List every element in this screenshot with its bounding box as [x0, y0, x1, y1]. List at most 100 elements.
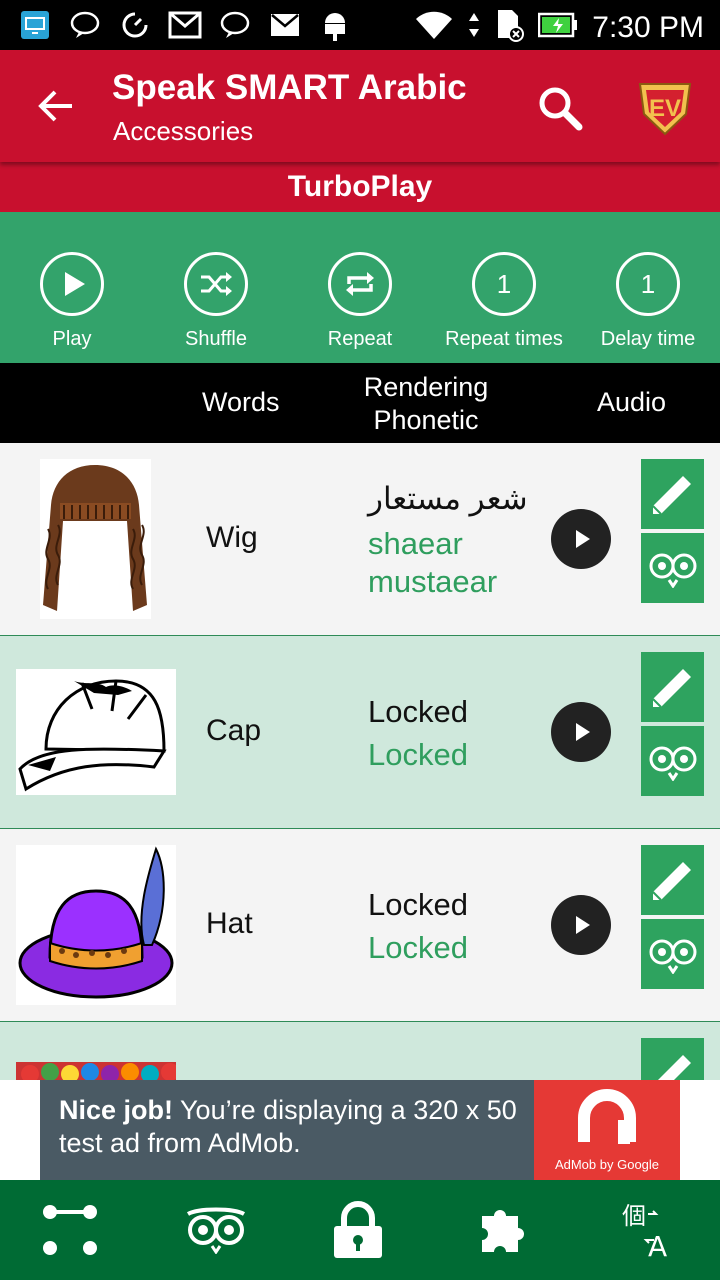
repeat-button[interactable] [328, 252, 392, 316]
repeat-control[interactable]: Repeat [288, 212, 432, 363]
nav-lock-button[interactable] [326, 1198, 390, 1262]
column-header-words: Words [202, 387, 280, 417]
edit-button[interactable] [641, 459, 704, 529]
pencil-icon [651, 862, 691, 901]
data-arrows-icon [468, 11, 480, 44]
pencil-icon [651, 669, 691, 708]
android-icon [318, 8, 352, 42]
lock-icon [334, 1201, 382, 1258]
screen-cast-icon [18, 8, 52, 42]
system-icons: 7:30 PM [414, 8, 704, 47]
audio-play-button[interactable] [551, 895, 611, 955]
chat-bubble-icon [68, 8, 102, 42]
play-icon [576, 916, 590, 934]
edit-button[interactable] [641, 845, 704, 915]
owl-icon [649, 553, 696, 588]
nav-flow-button[interactable] [38, 1198, 102, 1262]
word-label: Wig [206, 521, 258, 554]
puzzle-icon [482, 1210, 524, 1252]
ev-shield-icon: EV [638, 83, 692, 136]
arrow-back-icon [38, 90, 72, 122]
list-item[interactable]: Cap Locked Locked [0, 636, 720, 829]
audio-play-button[interactable] [551, 509, 611, 569]
edit-button[interactable] [641, 652, 704, 722]
word-label: Hat [206, 907, 253, 940]
nav-puzzle-button[interactable] [472, 1198, 536, 1262]
app-title: Speak SMART Arabic [112, 68, 467, 107]
svg-text:EV: EV [649, 95, 681, 122]
owl-button[interactable] [641, 533, 704, 603]
battery-charging-icon [538, 12, 578, 43]
play-control[interactable]: Play [0, 212, 144, 363]
phonetic-text: shaear mustaear [368, 526, 498, 599]
delay-time-value[interactable]: 1 [616, 252, 680, 316]
ad-text: Nice job! You’re displaying a 320 x 50 t… [59, 1094, 539, 1160]
svg-text:A: A [648, 1230, 667, 1260]
ev-logo-button[interactable]: EV [636, 78, 694, 136]
delay-time-control[interactable]: 1 Delay time [576, 212, 720, 363]
column-header-rendering: Rendering [363, 372, 489, 402]
list-item[interactable]: Wig شعر مستعار shaear mustaear [0, 443, 720, 636]
shuffle-icon [201, 272, 232, 296]
play-label: Play [52, 328, 92, 350]
play-button[interactable] [40, 252, 104, 316]
list-item[interactable] [0, 1022, 720, 1080]
edit-button[interactable] [641, 1038, 704, 1080]
nav-owl-button[interactable] [184, 1198, 248, 1262]
gmail-icon [168, 8, 202, 42]
repeat-times-label: Repeat times [445, 328, 563, 350]
play-icon [576, 530, 590, 548]
hat-image [16, 845, 176, 1005]
owl-button[interactable] [641, 726, 704, 796]
app-bar: Speak SMART Arabic Accessories EV [0, 50, 720, 162]
ad-headline: Nice job! [59, 1095, 174, 1125]
bottom-navigation: 個 A [0, 1180, 720, 1280]
flow-icon [43, 1205, 97, 1255]
cap-image [16, 669, 176, 795]
svg-text:個: 個 [622, 1202, 646, 1230]
turboplay-controls: Play Shuffle Repeat 1 Repeat times 1 Del… [0, 212, 720, 363]
owl-button[interactable] [641, 919, 704, 989]
repeat-times-value[interactable]: 1 [472, 252, 536, 316]
sd-card-icon [494, 8, 525, 47]
play-icon [576, 723, 590, 741]
buttons-image [16, 1062, 176, 1080]
rendering-text: شعر مستعار [368, 481, 528, 516]
chat-bubble-icon [218, 8, 252, 42]
search-button[interactable] [530, 78, 590, 138]
table-header: Words Rendering Phonetic Audio [0, 363, 720, 443]
column-header-audio: Audio [597, 387, 667, 417]
phonetic-text: Locked [368, 930, 468, 965]
admob-caption: AdMob by Google [554, 1157, 660, 1172]
rendering-text: Locked [368, 887, 468, 922]
shuffle-control[interactable]: Shuffle [144, 212, 288, 363]
shuffle-button[interactable] [184, 252, 248, 316]
admob-icon [578, 1089, 636, 1144]
notification-icons [18, 8, 352, 42]
pencil-icon [657, 1055, 691, 1080]
admob-test-ad[interactable]: Nice job! You’re displaying a 320 x 50 t… [40, 1080, 680, 1180]
wig-image [40, 459, 151, 619]
owl-icon [649, 746, 696, 781]
translate-icon: 個 A [622, 1202, 667, 1260]
repeat-label: Repeat [327, 328, 393, 350]
list-item[interactable]: Hat Locked Locked [0, 829, 720, 1022]
column-header-rendering-phonetic: Rendering Phonetic [340, 371, 512, 437]
repeat-times-control[interactable]: 1 Repeat times [432, 212, 576, 363]
back-button[interactable] [28, 78, 84, 134]
nav-translate-button[interactable]: 個 A [616, 1198, 680, 1262]
rendering-text: Locked [368, 694, 468, 729]
admob-logo: AdMob by Google [534, 1080, 680, 1180]
word-label: Cap [206, 714, 262, 747]
status-time: 7:30 PM [592, 10, 704, 44]
search-icon [539, 87, 583, 131]
column-header-phonetic: Phonetic [373, 405, 479, 435]
phonetic-text: Locked [368, 737, 468, 772]
play-icon [65, 272, 85, 296]
audio-play-button[interactable] [551, 702, 611, 762]
turboplay-banner[interactable]: TurboPlay [0, 162, 720, 212]
repeat-icon [346, 272, 374, 296]
owl-icon [186, 1207, 246, 1254]
wifi-icon [414, 9, 454, 46]
status-bar: 7:30 PM [0, 0, 720, 50]
